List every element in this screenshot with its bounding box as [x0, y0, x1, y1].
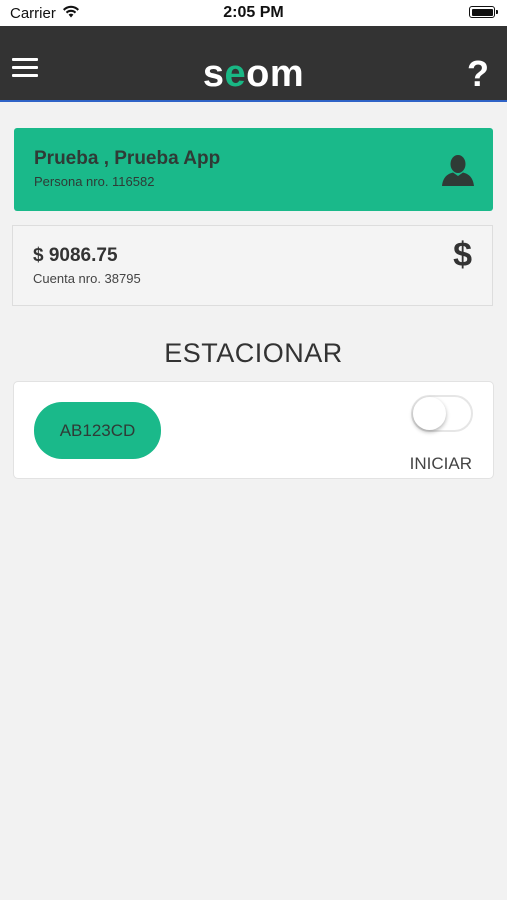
logo-text-end: om — [246, 53, 305, 95]
start-parking-label: INICIAR — [409, 454, 472, 473]
person-number: Persona nro. 116582 — [34, 174, 155, 189]
help-button[interactable]: ? — [467, 52, 489, 96]
person-name: Prueba , Prueba App — [34, 148, 221, 169]
status-time: 2:05 PM — [223, 4, 284, 21]
status-bar: Carrier 2:05 PM — [0, 0, 507, 26]
start-parking-toggle[interactable] — [411, 395, 473, 432]
toggle-knob — [413, 397, 446, 430]
user-icon — [441, 154, 475, 186]
battery-icon — [469, 6, 498, 18]
parking-section-title: ESTACIONAR — [164, 338, 343, 368]
seom-logo: seom — [0, 52, 507, 96]
account-balance: $ 9086.75 — [33, 245, 118, 266]
vehicle-plate-button[interactable]: AB123CD — [34, 402, 161, 459]
top-navbar: seom ? — [0, 26, 507, 102]
account-number: Cuenta nro. 38795 — [33, 271, 141, 286]
parking-card: AB123CD INICIAR — [13, 381, 494, 479]
logo-text-start: s — [202, 53, 225, 95]
logo-text-accent: e — [224, 53, 247, 95]
dollar-icon: $ — [453, 236, 472, 274]
account-card[interactable]: $ 9086.75 Cuenta nro. 38795 $ — [12, 225, 493, 306]
person-card[interactable]: Prueba , Prueba App Persona nro. 116582 — [14, 128, 493, 211]
